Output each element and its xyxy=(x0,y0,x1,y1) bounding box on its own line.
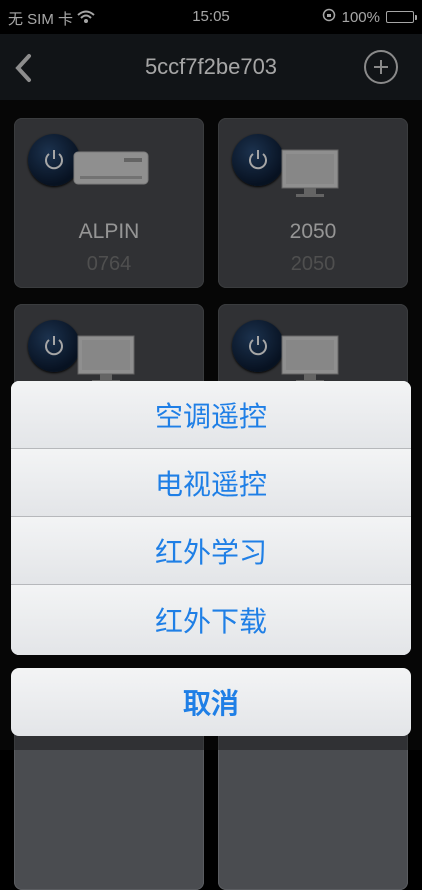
action-ac-remote[interactable]: 空调遥控 xyxy=(11,381,411,449)
cancel-button[interactable]: 取消 xyxy=(11,668,411,736)
action-tv-remote[interactable]: 电视遥控 xyxy=(11,449,411,517)
action-ir-learn[interactable]: 红外学习 xyxy=(11,517,411,585)
action-sheet: 空调遥控 电视遥控 红外学习 红外下载 xyxy=(11,381,411,655)
action-ir-download[interactable]: 红外下载 xyxy=(11,585,411,655)
